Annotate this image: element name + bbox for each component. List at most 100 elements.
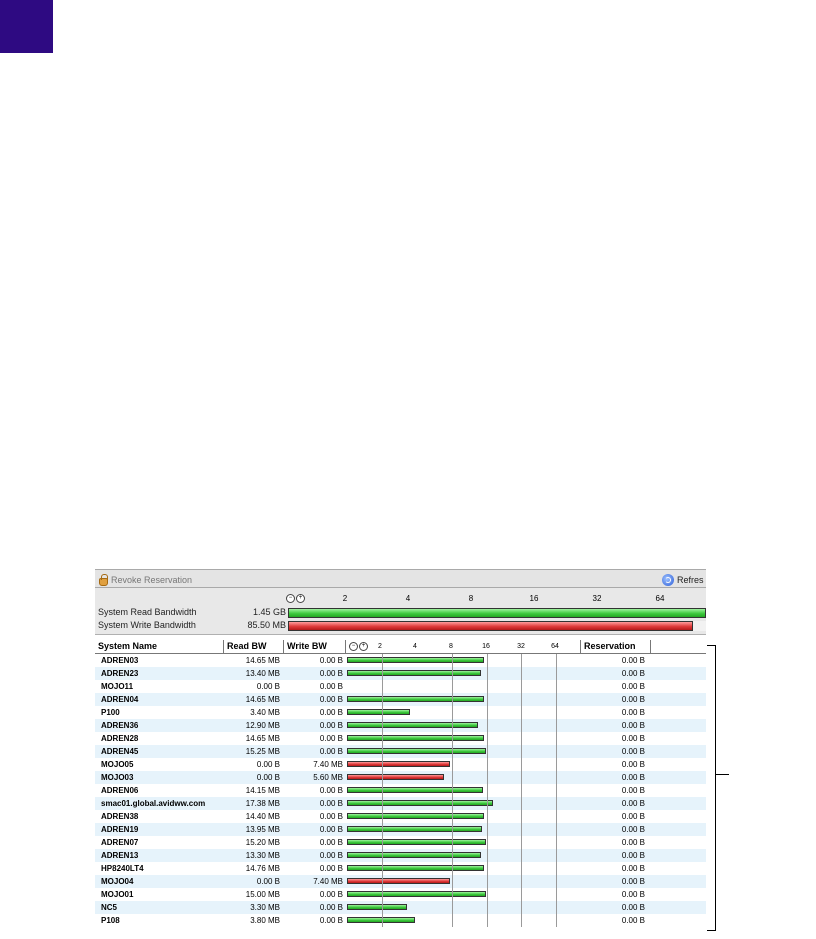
table-row[interactable]: MOJO03 0.00 B 5.60 MB 0.00 B <box>95 771 706 784</box>
table-row[interactable]: MOJO05 0.00 B 7.40 MB 0.00 B <box>95 758 706 771</box>
read-bw-cell: 14.15 MB <box>245 786 280 795</box>
scale-gridline <box>382 654 383 927</box>
system-name-cell: ADREN06 <box>101 786 139 795</box>
annotation-callout-line <box>715 774 729 775</box>
write-bw-cell: 0.00 B <box>319 851 343 860</box>
reservation-cell: 0.00 B <box>621 656 645 665</box>
table-scale-label: 32 <box>517 643 525 650</box>
zoom-in-icon[interactable]: + <box>296 594 305 603</box>
system-write-bar <box>288 621 694 631</box>
table-zoom-controls: − + <box>349 642 368 651</box>
write-bw-cell: 0.00 B <box>319 786 343 795</box>
table-row[interactable]: MOJO11 0.00 B 0.00 B 0.00 B <box>95 680 706 693</box>
table-row[interactable]: P108 3.80 MB 0.00 B 0.00 B <box>95 914 706 927</box>
table-row[interactable]: ADREN07 15.20 MB 0.00 B 0.00 B <box>95 836 706 849</box>
table-row[interactable]: P100 3.40 MB 0.00 B 0.00 B <box>95 706 706 719</box>
zoom-out-icon[interactable]: − <box>286 594 295 603</box>
read-bw-cell: 0.00 B <box>256 877 280 886</box>
read-bandwidth-bar <box>347 670 481 676</box>
reservation-cell: 0.00 B <box>621 734 645 743</box>
read-bandwidth-bar <box>347 696 484 702</box>
system-name-cell: ADREN36 <box>101 721 139 730</box>
table-row[interactable]: ADREN36 12.90 MB 0.00 B 0.00 B <box>95 719 706 732</box>
read-bw-cell: 12.90 MB <box>245 721 280 730</box>
system-write-label: System Write Bandwidth <box>98 620 196 630</box>
refresh-icon <box>662 573 674 586</box>
system-read-label: System Read Bandwidth <box>98 607 197 617</box>
write-bw-cell: 0.00 B <box>319 825 343 834</box>
refresh-label: Refres <box>677 574 704 585</box>
read-bw-cell: 3.80 MB <box>250 916 280 925</box>
system-bandwidth-section: − + 2 4 8 16 32 64 System Read Bandwidth 1.45… <box>95 588 706 635</box>
read-bandwidth-bar <box>347 891 486 897</box>
refresh-button[interactable]: Refres <box>662 573 704 586</box>
header-read-bw[interactable]: Read BW <box>224 640 284 653</box>
reservation-cell: 0.00 B <box>621 812 645 821</box>
write-bw-cell: 0.00 B <box>319 721 343 730</box>
read-bw-cell: 13.40 MB <box>245 669 280 678</box>
system-name-cell: MOJO04 <box>101 877 134 886</box>
system-write-row: System Write Bandwidth 85.50 MB <box>98 620 706 632</box>
write-bw-cell: 0.00 B <box>319 708 343 717</box>
read-bandwidth-bar <box>347 722 478 728</box>
header-system-name[interactable]: System Name <box>95 640 224 653</box>
table-row[interactable]: ADREN03 14.65 MB 0.00 B 0.00 B <box>95 654 706 667</box>
write-bandwidth-bar <box>347 878 450 884</box>
reservation-cell: 0.00 B <box>621 721 645 730</box>
write-bw-cell: 5.60 MB <box>313 773 343 782</box>
read-bw-cell: 0.00 B <box>256 773 280 782</box>
revoke-reservation-button[interactable]: Revoke Reservation <box>99 573 192 586</box>
table-zoom-in-icon[interactable]: + <box>359 642 368 651</box>
table-row[interactable]: ADREN06 14.15 MB 0.00 B 0.00 B <box>95 784 706 797</box>
reservation-cell: 0.00 B <box>621 890 645 899</box>
reservation-cell: 0.00 B <box>621 825 645 834</box>
write-bw-cell: 0.00 B <box>319 916 343 925</box>
read-bw-cell: 0.00 B <box>256 682 280 691</box>
read-bandwidth-bar <box>347 826 482 832</box>
table-row[interactable]: MOJO04 0.00 B 7.40 MB 0.00 B <box>95 875 706 888</box>
system-name-cell: smac01.global.avidww.com <box>101 799 206 808</box>
reservation-cell: 0.00 B <box>621 682 645 691</box>
table-row[interactable]: MOJO01 15.00 MB 0.00 B 0.00 B <box>95 888 706 901</box>
table-row[interactable]: ADREN38 14.40 MB 0.00 B 0.00 B <box>95 810 706 823</box>
table-row[interactable]: HP8240LT4 14.76 MB 0.00 B 0.00 B <box>95 862 706 875</box>
write-bw-cell: 0.00 B <box>319 656 343 665</box>
reservation-cell: 0.00 B <box>621 760 645 769</box>
table-row[interactable]: NC5 3.30 MB 0.00 B 0.00 B <box>95 901 706 914</box>
table-row[interactable]: ADREN13 13.30 MB 0.00 B 0.00 B <box>95 849 706 862</box>
lock-icon <box>99 573 108 586</box>
table-scale-label: 16 <box>482 643 490 650</box>
read-bw-cell: 15.00 MB <box>245 890 280 899</box>
table-row[interactable]: ADREN19 13.95 MB 0.00 B 0.00 B <box>95 823 706 836</box>
table-row[interactable]: ADREN04 14.65 MB 0.00 B 0.00 B <box>95 693 706 706</box>
table-row[interactable]: ADREN45 15.25 MB 0.00 B 0.00 B <box>95 745 706 758</box>
system-read-row: System Read Bandwidth 1.45 GB <box>98 607 706 619</box>
system-name-cell: ADREN38 <box>101 812 139 821</box>
header-write-bw[interactable]: Write BW <box>284 640 346 653</box>
table-row[interactable]: ADREN28 14.65 MB 0.00 B 0.00 B <box>95 732 706 745</box>
write-bandwidth-bar <box>347 774 444 780</box>
write-bw-cell: 0.00 B <box>319 864 343 873</box>
reservation-cell: 0.00 B <box>621 838 645 847</box>
system-name-cell: ADREN13 <box>101 851 139 860</box>
header-bandwidth-scale: − + 2 4 8 16 32 64 <box>346 640 581 653</box>
reservation-cell: 0.00 B <box>621 669 645 678</box>
write-bw-cell: 0.00 B <box>319 747 343 756</box>
read-bandwidth-bar <box>347 813 484 819</box>
header-reservation[interactable]: Reservation <box>581 640 651 653</box>
system-name-cell: ADREN28 <box>101 734 139 743</box>
reservation-cell: 0.00 B <box>621 695 645 704</box>
table-row[interactable]: ADREN23 13.40 MB 0.00 B 0.00 B <box>95 667 706 680</box>
read-bandwidth-bar <box>347 657 484 663</box>
system-name-cell: ADREN07 <box>101 838 139 847</box>
table-zoom-out-icon[interactable]: − <box>349 642 358 651</box>
read-bw-cell: 15.20 MB <box>245 838 280 847</box>
write-bw-cell: 0.00 B <box>319 838 343 847</box>
reservation-cell: 0.00 B <box>621 747 645 756</box>
table-row[interactable]: smac01.global.avidww.com 17.38 MB 0.00 B 0.… <box>95 797 706 810</box>
read-bandwidth-bar <box>347 709 410 715</box>
write-bw-cell: 0.00 B <box>319 682 343 691</box>
read-bw-cell: 17.38 MB <box>245 799 280 808</box>
scale-gridline <box>521 654 522 927</box>
system-name-cell: MOJO01 <box>101 890 134 899</box>
